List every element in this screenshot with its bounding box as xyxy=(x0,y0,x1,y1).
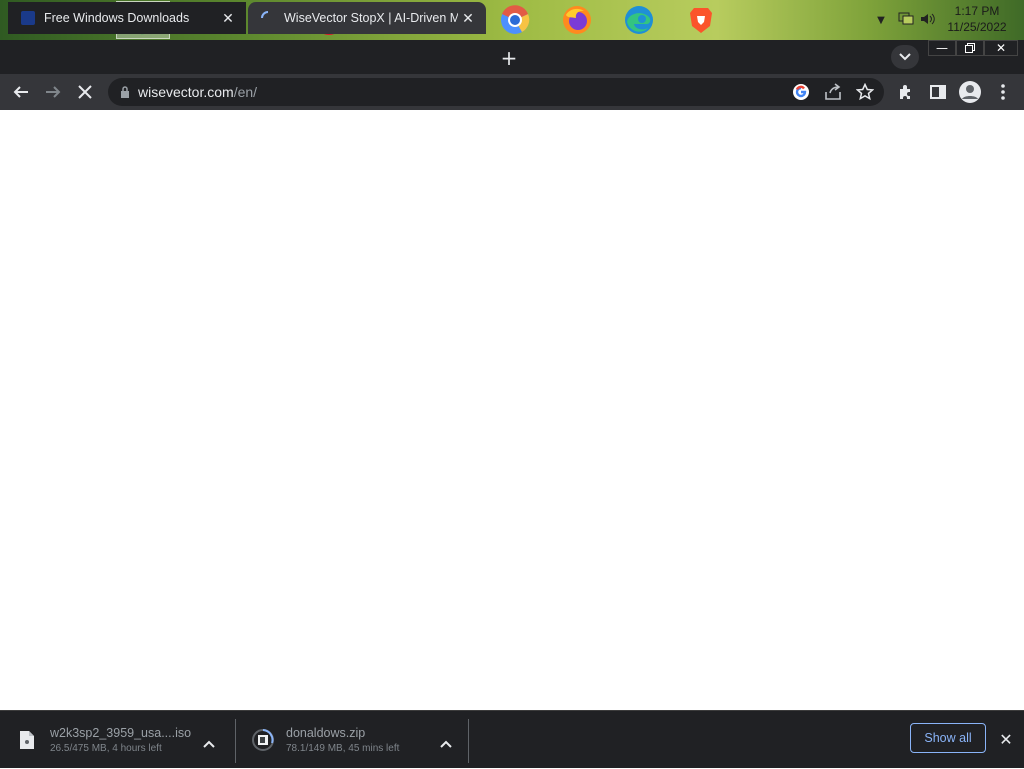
stop-loading-icon[interactable] xyxy=(72,79,98,105)
disc-image-file-icon xyxy=(16,729,38,751)
browser-menu-kebab-icon[interactable] xyxy=(990,79,1016,105)
tab-title: Free Windows Downloads xyxy=(44,11,190,25)
forward-arrow-icon[interactable] xyxy=(40,79,66,105)
new-tab-plus-icon[interactable]: + xyxy=(498,46,520,70)
close-download-shelf-icon[interactable]: ✕ xyxy=(996,729,1016,749)
download-filename: donaldows.zip xyxy=(286,726,366,740)
clock-date: 11/25/2022 xyxy=(947,20,1007,34)
url-path: /en/ xyxy=(233,84,258,100)
share-icon[interactable] xyxy=(824,83,842,105)
lock-icon[interactable] xyxy=(120,86,130,98)
download-status: 26.5/475 MB, 4 hours left xyxy=(50,743,162,754)
taskbar-clock[interactable]: 1:17 PM 11/25/2022 xyxy=(942,3,1012,35)
minimize-icon[interactable]: — xyxy=(928,40,956,56)
system-tray: ▼ xyxy=(874,0,936,40)
volume-icon[interactable] xyxy=(920,11,936,30)
download-item[interactable]: w2k3sp2_3959_usa....iso 26.5/475 MB, 4 h… xyxy=(0,711,235,769)
bookmark-star-icon[interactable] xyxy=(855,82,875,105)
tab-search-chevron-icon[interactable] xyxy=(891,45,919,69)
google-lens-icon[interactable] xyxy=(792,83,810,105)
clock-time: 1:17 PM xyxy=(954,4,1000,18)
firefox-icon[interactable] xyxy=(551,2,603,38)
tab-title: WiseVector StopX | AI-Driven Mal xyxy=(284,11,458,25)
tab-loading-spinner-icon xyxy=(260,10,276,26)
download-item[interactable]: donaldows.zip 78.1/149 MB, 45 mins left xyxy=(236,711,468,769)
close-window-icon[interactable]: ✕ xyxy=(984,40,1018,56)
page-content-area[interactable] xyxy=(0,110,1024,710)
show-all-downloads-button[interactable]: Show all xyxy=(910,723,986,753)
download-filename: w2k3sp2_3959_usa....iso xyxy=(50,726,192,740)
extensions-puzzle-icon[interactable] xyxy=(893,79,919,105)
restore-icon[interactable] xyxy=(956,40,984,56)
side-panel-icon[interactable] xyxy=(925,79,951,105)
network-icon[interactable] xyxy=(898,11,914,30)
tab-favicon-icon xyxy=(20,10,36,26)
download-options-chevron-icon[interactable] xyxy=(203,733,215,752)
browser-toolbar: wisevector.com/en/ xyxy=(0,74,1024,110)
download-shelf: w2k3sp2_3959_usa....iso 26.5/475 MB, 4 h… xyxy=(0,710,1024,768)
address-bar[interactable]: wisevector.com/en/ xyxy=(108,78,884,106)
tab-wisevector[interactable]: WiseVector StopX | AI-Driven Mal ✕ xyxy=(248,2,486,34)
download-options-chevron-icon[interactable] xyxy=(440,733,452,752)
back-arrow-icon[interactable] xyxy=(8,79,34,105)
chromium-blue-icon[interactable] xyxy=(489,2,541,38)
zip-file-icon xyxy=(252,729,274,751)
url-host: wisevector.com xyxy=(138,84,234,100)
download-divider xyxy=(468,719,469,763)
tab-free-windows-downloads[interactable]: Free Windows Downloads ✕ xyxy=(8,2,246,34)
tray-overflow-chevron-icon[interactable]: ▼ xyxy=(874,15,888,26)
brave-icon[interactable] xyxy=(675,2,727,38)
edge-icon[interactable] xyxy=(613,2,665,38)
profile-avatar-icon[interactable] xyxy=(957,79,983,105)
tab-close-icon[interactable]: ✕ xyxy=(458,8,478,28)
download-status: 78.1/149 MB, 45 mins left xyxy=(286,743,400,754)
url-text[interactable]: wisevector.com/en/ xyxy=(138,84,257,100)
tab-close-icon[interactable]: ✕ xyxy=(218,8,238,28)
